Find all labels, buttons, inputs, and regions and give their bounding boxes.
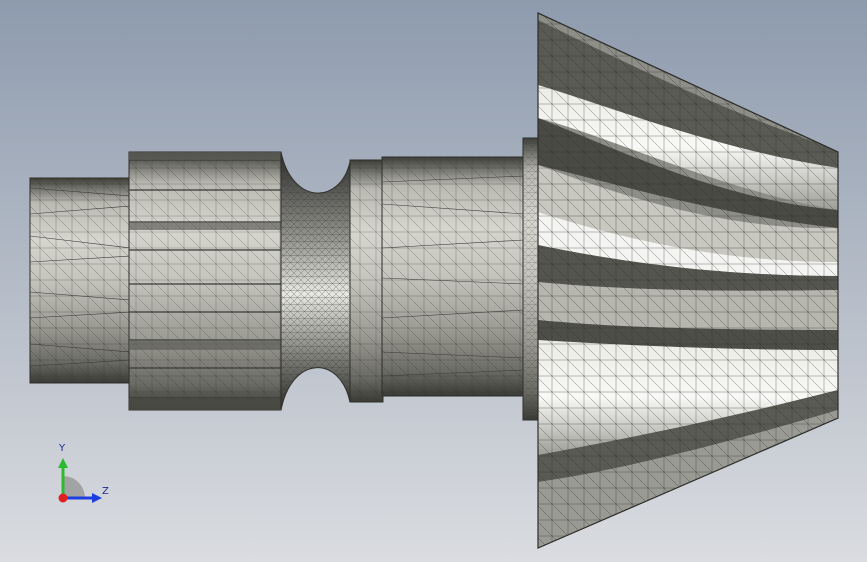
triad-axes [58,458,102,503]
triad-z-label: Z [102,486,109,497]
shaft-main-cylinder [381,156,525,397]
triad-x-axis-dot [58,493,68,503]
model-view[interactable] [0,0,867,562]
triad-y-label: Y [59,443,66,454]
triad-y-arrow [58,458,68,468]
shaft-flange [522,137,540,421]
orientation-triad[interactable]: Y Z [40,438,120,518]
shaft-collar [349,159,384,403]
spline-gear-section [128,151,282,411]
triad-z-arrow [92,493,102,503]
triad-plane-arc [63,476,85,498]
graphics-viewport[interactable]: Y Z [0,0,867,562]
shaft-end-cylinder [29,177,132,384]
